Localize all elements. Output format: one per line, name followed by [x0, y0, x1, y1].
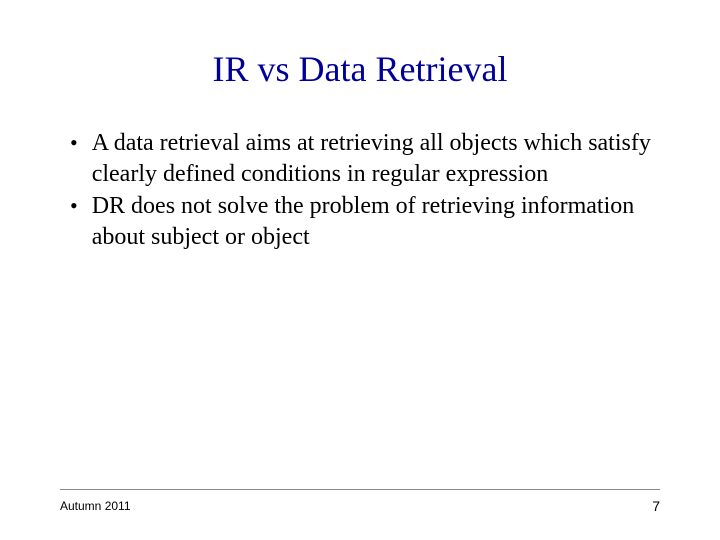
slide-container: IR vs Data Retrieval • A data retrieval …	[0, 0, 720, 540]
bullet-marker: •	[70, 128, 78, 159]
footer-date: Autumn 2011	[60, 499, 131, 513]
page-number: 7	[652, 498, 660, 514]
bullet-text: A data retrieval aims at retrieving all …	[92, 128, 660, 189]
slide-content: • A data retrieval aims at retrieving al…	[60, 128, 660, 253]
bullet-item: • A data retrieval aims at retrieving al…	[70, 128, 660, 189]
footer-divider	[60, 489, 660, 490]
footer-row: Autumn 2011 7	[60, 498, 660, 514]
slide-title: IR vs Data Retrieval	[60, 48, 660, 90]
bullet-marker: •	[70, 191, 78, 222]
slide-footer: Autumn 2011 7	[60, 489, 660, 514]
bullet-item: • DR does not solve the problem of retri…	[70, 191, 660, 252]
bullet-text: DR does not solve the problem of retriev…	[92, 191, 660, 252]
